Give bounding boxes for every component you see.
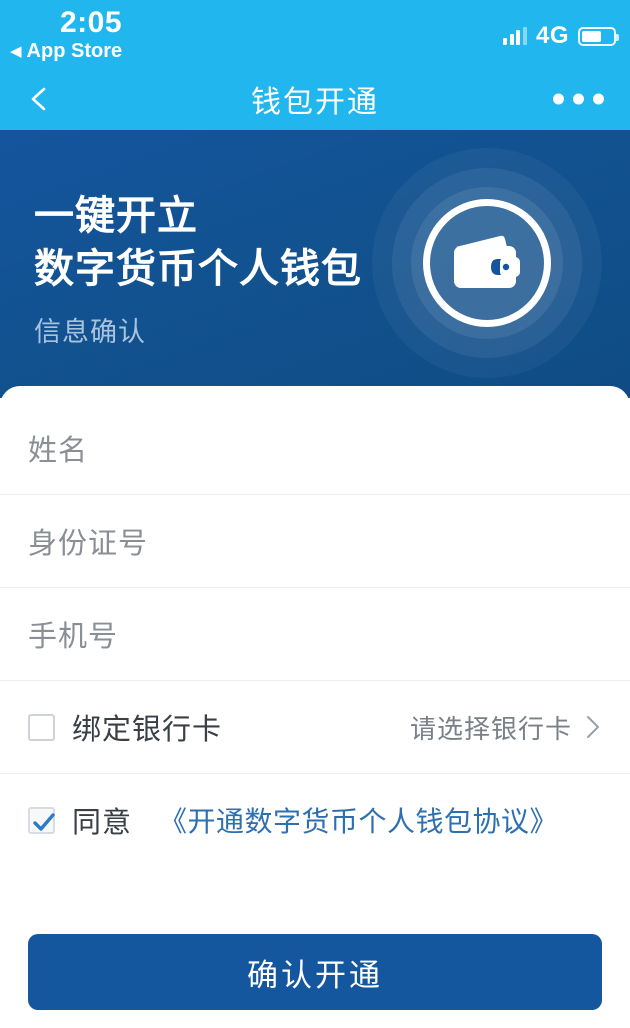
bind-bank-card-label: 绑定银行卡 xyxy=(72,714,223,746)
field-row-phone-number[interactable]: 手机号 xyxy=(0,588,630,681)
submit-area: 确认开通 xyxy=(0,934,630,1010)
nav-bar: 钱包开通 xyxy=(0,68,630,130)
bind-bank-card-left: 绑定银行卡 xyxy=(28,706,222,748)
agreement-label: 同意 xyxy=(72,807,133,839)
agreement-row[interactable]: 同意 《开通数字货币个人钱包协议》 xyxy=(0,774,630,866)
field-row-id-number[interactable]: 身份证号 xyxy=(0,495,630,588)
wallet-illustration xyxy=(372,148,602,378)
chevron-right-icon xyxy=(587,716,599,738)
wallet-icon xyxy=(423,199,551,327)
hero-headline-line2: 数字货币个人钱包 xyxy=(34,246,362,291)
battery-icon xyxy=(578,26,619,46)
status-time: 2:05 xyxy=(60,6,123,39)
agreement-link[interactable]: 《开通数字货币个人钱包协议》 xyxy=(159,800,558,840)
chevron-left-icon xyxy=(31,87,46,111)
signal-bars-icon xyxy=(503,27,527,45)
confirm-open-button[interactable]: 确认开通 xyxy=(28,934,602,1010)
hero-banner: 一键开立 数字货币个人钱包 信息确认 xyxy=(0,130,630,398)
agreement-checkbox[interactable] xyxy=(28,806,55,834)
more-options-button[interactable] xyxy=(553,93,604,105)
select-bank-card-action[interactable]: 请选择银行卡 xyxy=(410,709,602,746)
bind-bank-card-checkbox[interactable] xyxy=(28,713,55,741)
hero-headline-line1: 一键开立 xyxy=(34,194,198,238)
status-indicators: 4G xyxy=(503,22,619,50)
id-number-input[interactable]: 身份证号 xyxy=(28,520,148,562)
back-button[interactable] xyxy=(24,84,54,114)
agreement-left: 同意 《开通数字货币个人钱包协议》 xyxy=(28,799,558,841)
return-to-app-store[interactable]: ◀ App Store xyxy=(10,40,122,63)
network-type-label: 4G xyxy=(535,22,569,49)
more-dots-icon xyxy=(553,93,564,105)
back-triangle-icon: ◀ xyxy=(10,43,22,60)
app-store-label: App Store xyxy=(26,40,123,62)
phone-number-input[interactable]: 手机号 xyxy=(28,613,118,655)
app-screen: 2:05 ◀ App Store 4G 钱包开通 一键开立 数字货币个人钱包 信… xyxy=(0,0,630,1028)
form-card: 姓名 身份证号 手机号 绑定银行卡 请选择银行卡 同意 《开通数字货币个人钱包协… xyxy=(0,386,630,1028)
hero-text-block: 一键开立 数字货币个人钱包 信息确认 xyxy=(34,190,362,349)
hero-subtitle: 信息确认 xyxy=(34,316,146,347)
select-bank-card-hint: 请选择银行卡 xyxy=(409,713,572,744)
bind-bank-card-row[interactable]: 绑定银行卡 请选择银行卡 xyxy=(0,681,630,774)
check-icon xyxy=(33,812,55,831)
status-bar: 2:05 ◀ App Store 4G xyxy=(0,0,630,68)
full-name-input[interactable]: 姓名 xyxy=(28,427,88,469)
field-row-full-name[interactable]: 姓名 xyxy=(0,402,630,495)
page-title: 钱包开通 xyxy=(251,86,379,119)
